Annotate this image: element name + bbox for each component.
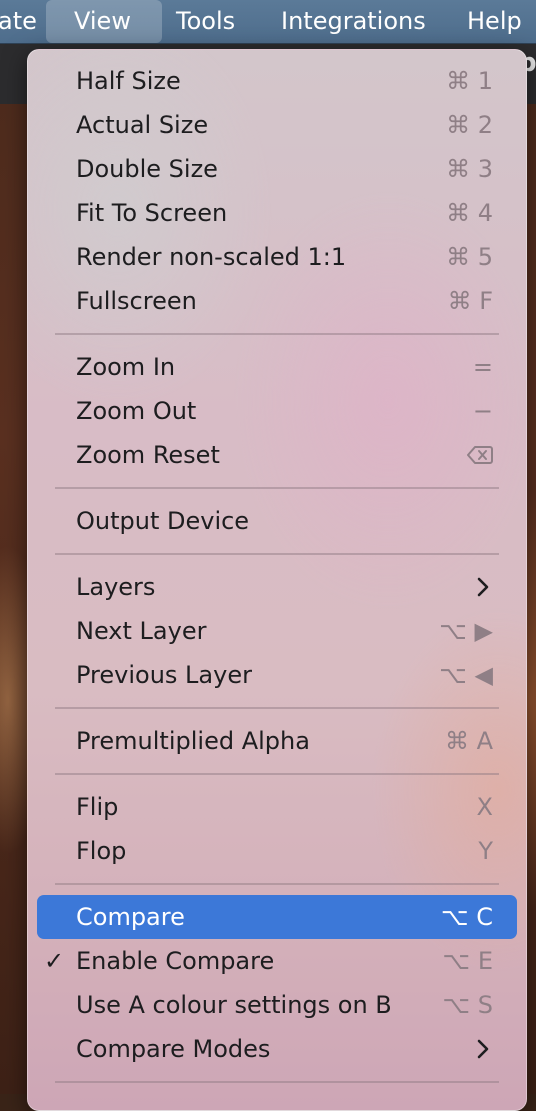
menu-item-enable-compare[interactable]: ✓ Enable Compare ⌥ E	[28, 939, 526, 983]
menu-item-zoom-out[interactable]: Zoom Out −	[28, 389, 526, 433]
menu-bar-item-view[interactable]: View	[74, 0, 131, 43]
menu-separator	[55, 773, 499, 775]
menu-item-compare[interactable]: Compare ⌥ C	[28, 895, 526, 939]
menu-item-label: Compare	[76, 903, 185, 931]
menu-item-premultiplied-alpha[interactable]: Premultiplied Alpha ⌘ A	[28, 719, 526, 763]
menu-item-shortcut: ⌥ ◀	[439, 661, 493, 689]
menu-item-label: Premultiplied Alpha	[76, 727, 310, 755]
menu-item-next-layer[interactable]: Next Layer ⌥ ▶	[28, 609, 526, 653]
menu-bar-item-tools[interactable]: Tools	[176, 0, 235, 43]
menu-item-label: Output Device	[76, 507, 250, 535]
menu-item-label: Half Size	[76, 67, 181, 95]
menu-item-label: Render non-scaled 1:1	[76, 243, 347, 271]
menu-item-shortcut: ⌥ ▶	[439, 617, 493, 645]
menu-item-label: Flip	[76, 793, 119, 821]
menu-item-previous-layer[interactable]: Previous Layer ⌥ ◀	[28, 653, 526, 697]
menu-item-use-a-colour-settings[interactable]: Use A colour settings on B ⌥ S	[28, 983, 526, 1027]
menu-bar-item-update[interactable]: ate	[0, 0, 37, 43]
menu-item-label: Zoom Reset	[76, 441, 220, 469]
menu-item-compare-modes[interactable]: Compare Modes	[28, 1027, 526, 1071]
delete-backward-icon	[467, 446, 493, 464]
menu-item-shortcut: =	[472, 353, 493, 381]
checkmark-icon: ✓	[44, 947, 65, 975]
menu-item-label: Previous Layer	[76, 661, 252, 689]
menu-item-shortcut: ⌥ S	[442, 991, 493, 1019]
menu-item-layers[interactable]: Layers	[28, 565, 526, 609]
menu-item-shortcut: Y	[478, 837, 493, 865]
menu-item-shortcut: ⌘ 5	[446, 243, 493, 271]
menu-item-render-non-scaled[interactable]: Render non-scaled 1:1 ⌘ 5	[28, 235, 526, 279]
menu-item-label: Layers	[76, 573, 156, 601]
chevron-right-icon	[477, 577, 489, 597]
menu-bar-item-help[interactable]: Help	[467, 0, 522, 43]
menu-item-shortcut: ⌘ 1	[446, 67, 493, 95]
menu-item-flip[interactable]: Flip X	[28, 785, 526, 829]
menu-item-shortcut: ⌘ 3	[446, 155, 493, 183]
chevron-right-icon	[477, 1039, 489, 1059]
menu-item-label: Compare Modes	[76, 1035, 271, 1063]
menu-separator	[55, 1081, 499, 1083]
menu-item-shortcut: ⌥ C	[440, 903, 493, 931]
menu-bar: ate View Tools Integrations Help	[0, 0, 536, 44]
menu-item-shortcut: ⌘ F	[447, 287, 493, 315]
menu-item-label: Zoom In	[76, 353, 176, 381]
menu-item-label: Fullscreen	[76, 287, 197, 315]
menu-item-shortcut: X	[476, 793, 493, 821]
menu-item-shortcut: −	[472, 397, 493, 425]
menu-item-half-size[interactable]: Half Size ⌘ 1	[28, 59, 526, 103]
menu-item-label: Actual Size	[76, 111, 209, 139]
menu-item-fit-to-screen[interactable]: Fit To Screen ⌘ 4	[28, 191, 526, 235]
menu-item-zoom-in[interactable]: Zoom In =	[28, 345, 526, 389]
menu-bar-item-integrations[interactable]: Integrations	[281, 0, 426, 43]
menu-item-double-size[interactable]: Double Size ⌘ 3	[28, 147, 526, 191]
menu-item-shortcut: ⌥ E	[442, 947, 493, 975]
menu-separator	[55, 333, 499, 335]
menu-item-shortcut: ⌘ 4	[446, 199, 493, 227]
menu-separator	[55, 707, 499, 709]
view-menu: Half Size ⌘ 1 Actual Size ⌘ 2 Double Siz…	[27, 49, 527, 1111]
menu-item-zoom-reset[interactable]: Zoom Reset	[28, 433, 526, 477]
menu-item-label: Next Layer	[76, 617, 207, 645]
menu-separator	[55, 883, 499, 885]
menu-item-label: Double Size	[76, 155, 218, 183]
menu-item-label: Fit To Screen	[76, 199, 228, 227]
menu-item-actual-size[interactable]: Actual Size ⌘ 2	[28, 103, 526, 147]
menu-separator	[55, 553, 499, 555]
menu-item-output-device[interactable]: Output Device	[28, 499, 526, 543]
menu-item-label: Use A colour settings on B	[76, 991, 392, 1019]
menu-item-label: Zoom Out	[76, 397, 197, 425]
menu-separator	[55, 487, 499, 489]
menu-item-label: Flop	[76, 837, 127, 865]
menu-item-fullscreen[interactable]: Fullscreen ⌘ F	[28, 279, 526, 323]
menu-item-label: Enable Compare	[76, 947, 275, 975]
menu-item-shortcut: ⌘ 2	[446, 111, 493, 139]
menu-item-shortcut: ⌘ A	[444, 727, 493, 755]
menu-item-flop[interactable]: Flop Y	[28, 829, 526, 873]
